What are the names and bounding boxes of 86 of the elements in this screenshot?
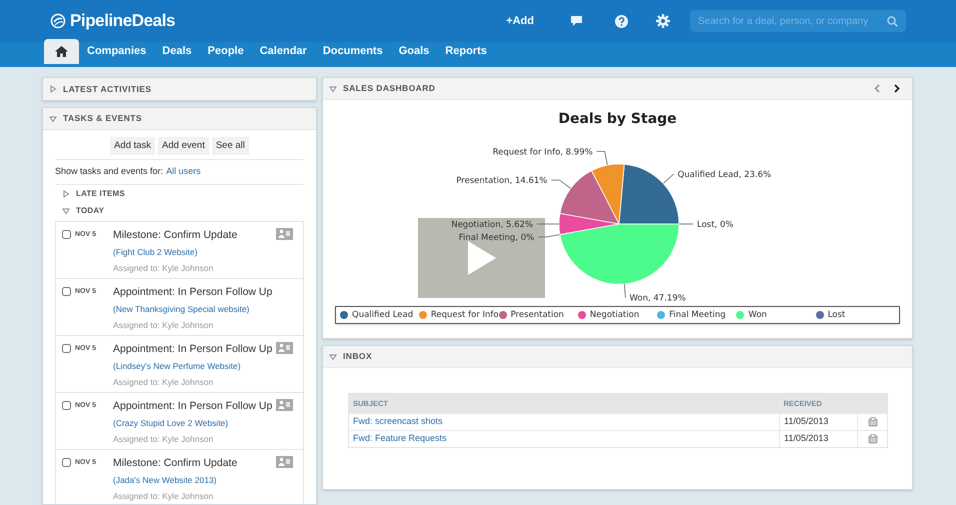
contact-card-icon[interactable]: [276, 398, 293, 410]
expand-triangle-icon[interactable]: [49, 85, 57, 93]
collapse-triangle-icon[interactable]: [329, 84, 337, 92]
collapse-triangle-icon[interactable]: [49, 114, 57, 122]
slice-label: Won, 47.19%: [630, 294, 686, 304]
logo-text[interactable]: PipelineDeals: [70, 8, 176, 34]
leader-line: [538, 234, 560, 238]
table-cell: 11/05/2013: [780, 430, 858, 448]
action-button[interactable]: See all: [212, 137, 249, 155]
collapse-triangle-icon[interactable]: [329, 352, 337, 360]
nav-tab[interactable]: Companies: [79, 39, 154, 64]
filter-label: Show tasks and events for:: [55, 165, 164, 178]
leader-line: [662, 174, 674, 184]
legend-label: Won: [748, 308, 767, 322]
task-checkbox[interactable]: [62, 400, 71, 410]
deal-link[interactable]: (Crazy Stupid Love 2 Website): [113, 417, 272, 430]
play-icon[interactable]: [468, 241, 496, 275]
assigned-text: Assigned to: Kyle Johnson: [113, 376, 214, 389]
add-button[interactable]: +Add: [506, 12, 534, 30]
nav-tab[interactable]: Deals: [154, 39, 200, 64]
task-checkbox[interactable]: [62, 230, 71, 238]
users-link[interactable]: All users: [166, 165, 201, 178]
task-checkbox[interactable]: [62, 458, 71, 466]
task-checkbox[interactable]: [62, 286, 71, 296]
subject-link[interactable]: Fwd: Feature Requests: [353, 433, 447, 444]
search-field[interactable]: Search for a deal, person, or company: [690, 10, 906, 32]
home-tab[interactable]: [44, 39, 79, 64]
nav-tab[interactable]: Reports: [437, 39, 495, 64]
legend-label: Qualified Lead: [352, 308, 414, 322]
task-title[interactable]: Appointment: In Person Follow Up: [113, 398, 272, 414]
legend-label: Presentation: [510, 308, 564, 322]
settings-icon[interactable]: [656, 14, 670, 28]
task-title[interactable]: Appointment: In Person Follow Up: [113, 342, 272, 358]
nav-tab[interactable]: People: [200, 39, 252, 64]
expand-triangle-icon[interactable]: [62, 190, 70, 198]
group-title[interactable]: LATE ITEMS: [76, 188, 125, 200]
action-button[interactable]: Add event: [158, 137, 209, 155]
logo-icon: [50, 13, 66, 29]
legend-label: Lost: [828, 308, 846, 322]
task-title[interactable]: Milestone: Confirm Update: [113, 456, 238, 472]
leader-line: [624, 283, 626, 298]
assigned-text: Assigned to: Kyle Johnson: [113, 262, 214, 275]
help-icon[interactable]: [615, 14, 628, 28]
leader-line: [551, 180, 572, 189]
nav-tab[interactable]: Calendar: [252, 39, 315, 64]
panel-title[interactable]: LATEST ACTIVITIES: [63, 82, 152, 96]
legend-label: Request for Info: [430, 308, 499, 322]
panel-title[interactable]: INBOX: [343, 350, 372, 363]
contact-card-icon[interactable]: [276, 456, 293, 468]
chart-title: Deals by Stage: [557, 110, 678, 129]
nav-tab[interactable]: Goals: [390, 39, 438, 64]
slice-label: Negotiation, 5.62%: [451, 220, 533, 230]
slice-label: Presentation, 14.61%: [456, 176, 548, 186]
search-icon[interactable]: [887, 16, 898, 26]
deal-link[interactable]: (New Thanksgiving Special website): [113, 303, 272, 316]
legend-label: Negotiation: [590, 308, 640, 322]
table-cell: 11/05/2013: [780, 414, 858, 430]
task-title[interactable]: Appointment: In Person Follow Up: [113, 284, 272, 300]
contact-card-icon[interactable]: [276, 228, 293, 240]
subject-link[interactable]: Fwd: screencast shots: [353, 416, 443, 426]
deal-link[interactable]: (Fight Club 2 Website): [113, 246, 238, 259]
slice-label: Lost, 0%: [697, 220, 734, 230]
deal-link[interactable]: (Jada's New Website 2013): [113, 474, 238, 487]
collapse-triangle-icon[interactable]: [62, 207, 70, 215]
video-play-overlay[interactable]: [418, 218, 545, 298]
archive-icon[interactable]: [868, 417, 878, 427]
assigned-text: Assigned to: Kyle Johnson: [113, 433, 214, 446]
panel-title[interactable]: TASKS & EVENTS: [63, 112, 142, 125]
slice-label: Request for Info, 8.99%: [492, 147, 593, 158]
slice-label: Final Meeting, 0%: [458, 233, 534, 243]
legend-label: Final Meeting: [669, 308, 726, 322]
panel-title[interactable]: SALES DASHBOARD: [343, 82, 436, 95]
chat-icon[interactable]: [570, 15, 583, 27]
leader-line: [596, 151, 608, 166]
task-checkbox[interactable]: [62, 344, 71, 352]
archive-icon[interactable]: [868, 434, 878, 444]
deal-link[interactable]: (Lindsey's New Perfume Website): [113, 360, 272, 373]
nav-tab[interactable]: Documents: [314, 39, 391, 64]
home-icon: [55, 46, 68, 57]
action-button[interactable]: Add task: [110, 137, 156, 155]
group-title[interactable]: TODAY: [76, 205, 104, 217]
contact-card-icon[interactable]: [276, 342, 293, 354]
task-title[interactable]: Milestone: Confirm Update: [113, 228, 238, 244]
assigned-text: Assigned to: Kyle Johnson: [113, 490, 214, 503]
slice-label: Qualified Lead, 23.6%: [678, 170, 772, 180]
assigned-text: Assigned to: Kyle Johnson: [113, 319, 214, 332]
